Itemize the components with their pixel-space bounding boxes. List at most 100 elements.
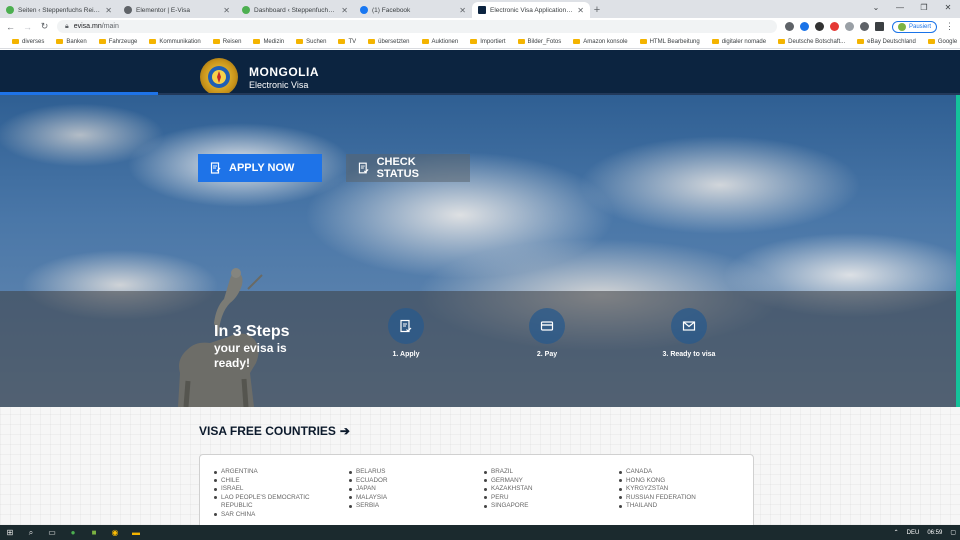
share-icon[interactable] [785, 22, 794, 31]
extensions-area [785, 22, 884, 31]
bookmark-item[interactable]: Banken [50, 39, 92, 45]
bookmark-item[interactable]: Suchen [290, 39, 332, 45]
bookmark-item[interactable]: Importiert [464, 39, 511, 45]
credit-card-icon [540, 321, 554, 331]
document-check-icon [400, 319, 412, 333]
close-tab-icon[interactable]: ✕ [223, 6, 230, 15]
extension-icon[interactable] [815, 22, 824, 31]
minimize-icon[interactable]: — [888, 0, 912, 16]
bookmark-label: eBay Deutschland [867, 38, 916, 45]
browser-tab[interactable]: (1) Facebook ✕ [354, 2, 472, 18]
folder-icon [470, 39, 478, 44]
country-item: BELARUS [349, 468, 469, 477]
step-label: 2. Pay [536, 351, 558, 358]
bookmark-label: TV [348, 38, 357, 45]
notifications-icon[interactable]: ▢ [950, 529, 956, 536]
bookmark-item[interactable]: Fahrzeuge [93, 39, 144, 45]
clock[interactable]: 06:59 [927, 530, 942, 536]
bookmark-label: Bilder_Fotos [527, 38, 562, 45]
bullet-icon [214, 479, 217, 483]
browser-tab[interactable]: Elementor | E-Visa ✕ [118, 2, 236, 18]
forward-icon[interactable]: → [23, 22, 32, 32]
bookmark-label: Google [937, 38, 958, 45]
browser-tab-active[interactable]: Electronic Visa Application Syste ✕ [472, 2, 590, 18]
bookmark-item[interactable]: Deutsche Botschaft... [772, 39, 851, 45]
hero-banner: APPLY NOW CHECK STATUS In 3 Steps your e… [0, 95, 960, 407]
windows-start-icon[interactable]: ⊞ [4, 528, 16, 537]
bookmark-label: übersetzten [378, 38, 410, 45]
country-item: ISRAEL [214, 485, 334, 494]
mongolia-emblem-logo[interactable] [200, 58, 238, 96]
bookmark-item[interactable]: Medizin [247, 39, 290, 45]
abp-extension-icon[interactable] [830, 22, 839, 31]
bookmark-item[interactable]: TV [332, 39, 362, 45]
side-panel-icon[interactable] [875, 22, 884, 31]
step-circle [388, 308, 424, 344]
chrome-icon[interactable]: ◉ [109, 528, 121, 537]
bookmark-item[interactable]: eBay Deutschland [851, 39, 922, 45]
back-icon[interactable]: ← [6, 22, 15, 32]
country-item: GERMANY [484, 477, 604, 486]
bookmark-item[interactable]: Auktionen [416, 39, 465, 45]
language-indicator[interactable]: DEU [907, 530, 920, 536]
tab-title: Electronic Visa Application Syste [490, 6, 573, 14]
bullet-icon [214, 513, 217, 517]
country-item: SERBIA [349, 502, 469, 511]
country-item: PERU [484, 494, 604, 503]
whatsapp-icon[interactable]: ● [67, 528, 79, 537]
country-name: MALAYSIA [356, 493, 388, 501]
country-name: CANADA [626, 468, 653, 475]
extension-icon[interactable] [845, 22, 854, 31]
scroll-indicator [956, 95, 960, 407]
terminal-icon[interactable]: ■ [88, 528, 100, 537]
close-tab-icon[interactable]: ✕ [459, 6, 466, 15]
bookmark-item[interactable]: HTML Bearbeitung [634, 39, 706, 45]
profile-button[interactable]: Pausiert [892, 20, 938, 33]
country-item: RUSSIAN FEDERATION [619, 494, 739, 503]
address-bar[interactable]: 🔒︎ evisa.mn/main [57, 20, 777, 33]
restore-icon[interactable]: ❐ [912, 0, 936, 16]
file-explorer-icon[interactable]: ▬ [130, 528, 142, 537]
window-controls: ⌄ — ❐ ✕ [864, 0, 960, 16]
browser-tab[interactable]: Seiten ‹ Steppenfuchs Reisen — ✕ [0, 2, 118, 18]
bookmark-item[interactable]: digitaler nomade [706, 39, 772, 45]
evisa-favicon-icon [478, 6, 486, 14]
puzzle-icon[interactable] [860, 22, 869, 31]
bullet-icon [349, 504, 352, 508]
bullet-icon [619, 487, 622, 491]
bookmark-item[interactable]: Reisen [207, 39, 248, 45]
bookmark-label: Amazon konsole [583, 38, 628, 45]
bookmark-item[interactable]: diverses [6, 39, 50, 45]
bookmark-item[interactable]: Google [922, 39, 960, 45]
search-icon[interactable]: ⌕ [25, 528, 37, 538]
countries-column: BRAZIL GERMANY KAZAKHSTAN PERU SINGAPORE [484, 468, 604, 511]
close-tab-icon[interactable]: ✕ [577, 6, 584, 15]
envelope-icon [682, 321, 696, 331]
tab-search-icon[interactable]: ⌄ [864, 0, 888, 16]
bullet-icon [619, 470, 622, 474]
menu-icon[interactable]: ⋮ [945, 21, 954, 32]
step-label: 1. Apply [392, 351, 420, 358]
visa-free-section: VISA FREE COUNTRIES ➔ ARGENTINA CHILE ISRA… [0, 407, 960, 525]
tray-chevron-icon[interactable]: ⌃ [894, 529, 899, 536]
bookmark-label: Auktionen [431, 38, 459, 45]
visa-free-heading[interactable]: VISA FREE COUNTRIES ➔ [199, 424, 350, 438]
bookmark-item[interactable]: Bilder_Fotos [512, 39, 568, 45]
bookmark-item[interactable]: Kommunikation [143, 39, 206, 45]
lock-icon[interactable]: 🔒︎ [65, 23, 69, 31]
bookmark-item[interactable]: übersetzten [362, 39, 415, 45]
reload-icon[interactable]: ↻ [40, 21, 49, 32]
bookmark-star-icon[interactable] [800, 22, 809, 31]
countries-column: BELARUS ECUADOR JAPAN MALAYSIA SERBIA [349, 468, 469, 511]
close-window-icon[interactable]: ✕ [936, 0, 960, 16]
browser-tab[interactable]: Dashboard ‹ Steppenfuchs Reise ✕ [236, 2, 354, 18]
task-view-icon[interactable]: ▭ [46, 528, 58, 537]
close-tab-icon[interactable]: ✕ [341, 6, 348, 15]
bullet-icon [214, 470, 217, 474]
check-status-button[interactable]: CHECK STATUS [346, 154, 470, 182]
brand-subtitle: Electronic Visa [249, 80, 309, 90]
apply-now-button[interactable]: APPLY NOW [198, 154, 322, 182]
close-tab-icon[interactable]: ✕ [105, 6, 112, 15]
new-tab-button[interactable]: + [590, 2, 604, 18]
bookmark-item[interactable]: Amazon konsole [567, 39, 633, 45]
